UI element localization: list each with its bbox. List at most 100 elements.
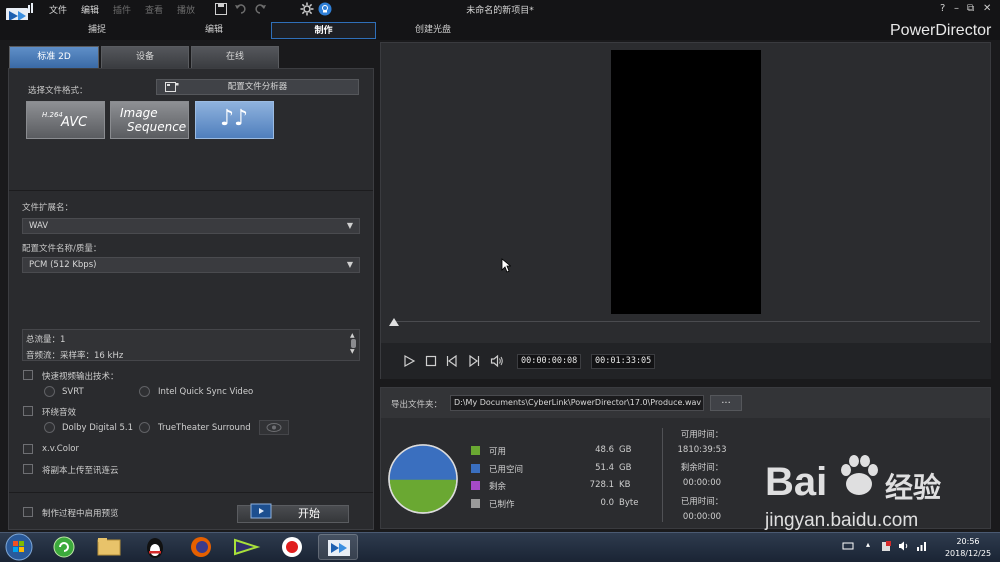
taskbar-file-explorer[interactable] [89,534,129,560]
image-seq-label-2: Sequence [127,120,187,134]
taskbar-recorder[interactable] [272,534,312,560]
watermark-url: jingyan.baidu.com [765,510,919,531]
info-scrollbar[interactable]: ▲ ▼ [350,332,357,360]
upload-copy-label: 将副本上传至讯连云 [42,466,119,476]
tab-create-disc[interactable]: 创建光盘 [380,22,486,39]
fast-render-checkbox[interactable] [23,370,33,380]
surround-label: 环绕音效 [42,408,77,418]
format-audio-button[interactable]: ♪♪ [195,101,274,139]
volume-icon[interactable] [490,354,504,368]
output-folder-path[interactable]: D:\My Documents\CyberLink\PowerDirector\… [450,395,704,411]
close-button[interactable]: ✕ [983,3,991,14]
network-tray-icon[interactable] [916,540,928,552]
format-image-sequence-button[interactable]: Image Sequence [110,101,189,139]
svrt-radio[interactable] [44,386,55,397]
legend-swatch [471,446,480,455]
legend-value: 51.4 [595,462,614,473]
taskbar-clock[interactable]: 20:56 2018/12/25 [938,536,998,560]
file-extension-label: 文件扩展名： [22,203,74,213]
previous-frame-icon[interactable] [445,354,459,368]
legend-swatch [471,498,480,508]
baidu-watermark: Bai 经验 jingyan.baidu.com [765,452,995,542]
start-button-label: 开始 [298,507,320,520]
settings-gear-icon[interactable] [300,2,314,16]
tab-capture[interactable]: 捕捉 [40,22,154,39]
taskbar-app-360[interactable] [44,534,84,560]
next-frame-icon[interactable] [467,354,481,368]
output-folder-label: 导出文件夹： [391,400,443,410]
save-icon[interactable] [214,2,228,16]
tab-standard-2d[interactable]: 标准 2D [9,46,99,68]
elapsed-time-value: 00:00:00 [682,512,722,522]
stop-icon[interactable] [424,354,438,368]
tab-edit[interactable]: 编辑 [157,22,271,39]
profile-info-box: 总流量：1 音频流：采样率：16 kHz ▲ ▼ [22,329,360,361]
video-preview-frame [611,50,761,314]
menu-plugin[interactable]: 插件 [113,3,131,16]
svrt-label: SVRT [62,387,84,397]
preview-during-checkbox[interactable] [23,507,33,517]
surround-checkbox[interactable] [23,406,33,416]
music-note-icon: ♪♪ [220,106,249,131]
legend-swatch [471,481,480,490]
minimize-button[interactable]: – [954,3,959,14]
taskbar-firefox[interactable] [181,534,221,560]
format-avc-button[interactable]: H.264 AVC [26,101,105,139]
info-line-audio: 音频流：采样率：16 kHz [26,351,124,361]
legend-label: 已用空间 [489,464,524,475]
truetheater-radio[interactable] [139,422,150,433]
truetheater-label: TrueTheater Surround [158,423,251,433]
menu-play[interactable]: 播放 [177,3,195,16]
notification-badge-icon[interactable] [318,2,332,16]
dolby-radio[interactable] [44,422,55,433]
profile-analyzer-button[interactable]: 配置文件分析器 [156,79,359,95]
start-button[interactable]: 开始 [237,503,349,523]
undo-icon[interactable] [234,2,248,16]
tab-produce[interactable]: 制作 [271,22,376,39]
remaining-time-value: 00:00:00 [682,478,722,488]
menu-edit[interactable]: 编辑 [81,3,99,16]
legend-value: 48.6 [595,445,614,455]
upload-copy-checkbox[interactable] [23,464,33,474]
playback-slider-track[interactable] [392,321,980,322]
redo-icon[interactable] [253,2,267,16]
legend-value: 0.0 [600,497,614,508]
taskbar-app-video[interactable] [226,534,266,560]
clock-time: 20:56 [956,537,980,546]
play-icon[interactable] [402,354,416,368]
taskbar-powerdirector[interactable] [318,534,358,560]
preview-during-label: 制作过程中启用预览 [42,509,119,519]
tab-online[interactable]: 在线 [191,46,279,68]
divider [9,492,373,493]
file-extension-select[interactable]: WAV ▼ [22,218,360,234]
divider [9,190,373,191]
intel-qsv-label: Intel Quick Sync Video [158,387,254,397]
profile-quality-select[interactable]: PCM (512 Kbps) ▼ [22,257,360,273]
browse-folder-button[interactable]: ... [710,395,742,411]
brand-name: PowerDirector [890,22,992,39]
taskbar-qq[interactable] [135,534,175,560]
menu-view[interactable]: 查看 [145,3,163,16]
keyboard-icon[interactable] [842,540,854,552]
tray-expand-icon[interactable]: ▴ [866,540,870,549]
legend-unit: GB [619,445,632,455]
xvcolor-checkbox[interactable] [23,444,33,454]
playback-slider-thumb[interactable] [389,318,399,326]
help-button[interactable]: ? [940,3,945,14]
watermark-brand-cn: 经验 [885,471,942,504]
security-tray-icon[interactable] [880,540,892,552]
start-menu-icon[interactable] [4,533,34,561]
xvcolor-label: x.v.Color [42,444,79,454]
menu-file[interactable]: 文件 [49,3,67,16]
legend-value: 728.1 [589,480,614,490]
elapsed-time-label: 已用时间： [680,497,724,507]
legend-unit: GB [619,462,632,473]
record-icon [282,537,302,557]
volume-tray-icon[interactable] [898,540,910,552]
film-play-icon [250,503,272,519]
intel-qsv-radio[interactable] [139,386,150,397]
clock-date: 2018/12/25 [944,549,992,558]
tab-device[interactable]: 设备 [101,46,189,68]
surround-settings-icon[interactable] [259,420,289,435]
restore-button[interactable]: ⧉ [967,3,974,14]
